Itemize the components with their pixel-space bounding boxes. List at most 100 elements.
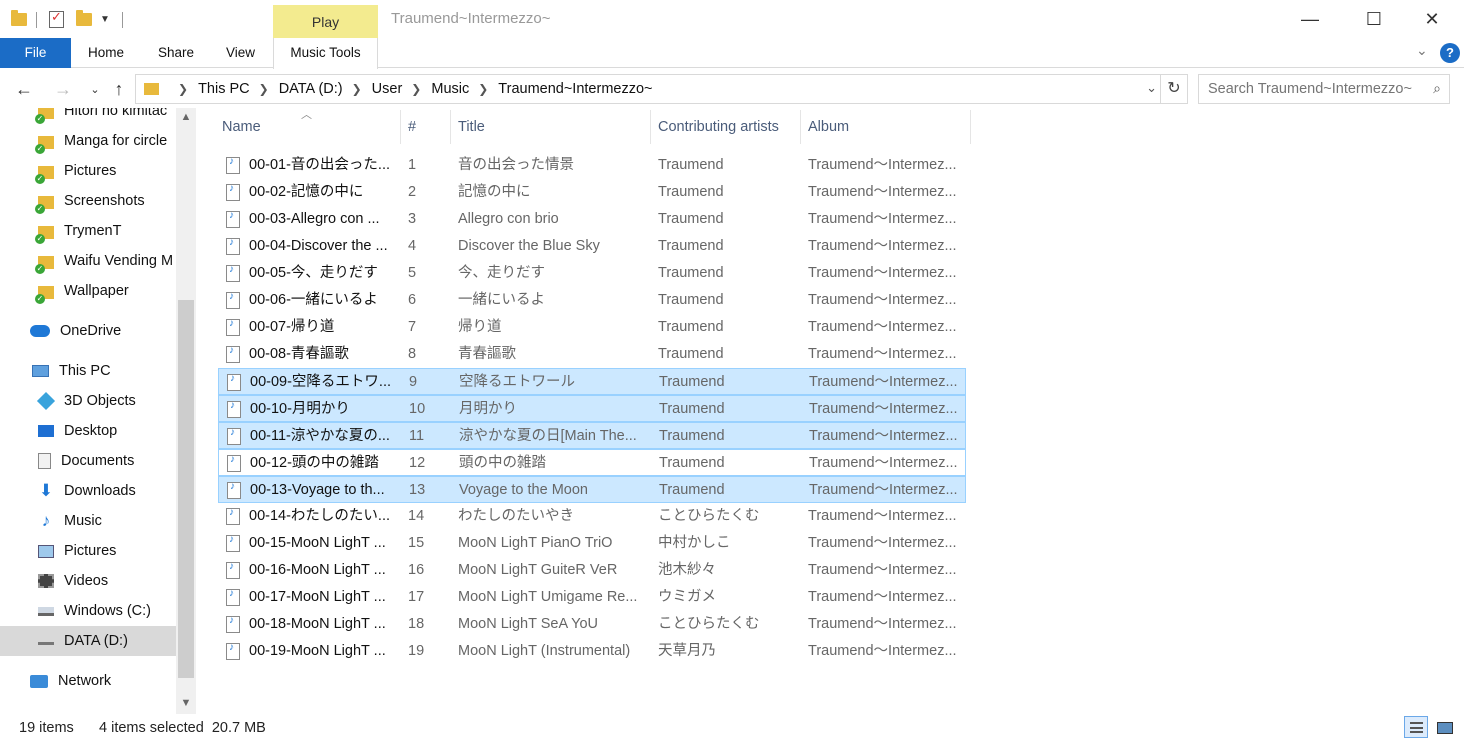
tab-music-tools[interactable]: Music Tools	[273, 38, 378, 69]
forward-arrow-icon[interactable]: →	[50, 76, 76, 102]
sidebar-item[interactable]: OneDrive	[0, 316, 176, 346]
back-arrow-icon[interactable]: ←	[11, 76, 37, 102]
scroll-up-arrow-icon[interactable]: ▲	[176, 108, 196, 126]
sidebar-item[interactable]: Pictures	[0, 156, 176, 186]
search-input[interactable]	[1208, 81, 1426, 97]
column-header-title[interactable]: Title	[451, 110, 651, 144]
recent-locations-chevron-icon[interactable]: ⌄	[82, 76, 108, 102]
sidebar-item-label: Screenshots	[64, 193, 145, 209]
help-icon[interactable]: ?	[1440, 43, 1460, 63]
breadcrumb-separator-icon[interactable]: ❯	[259, 82, 269, 96]
track-title: 音の出会った情景	[458, 157, 574, 173]
quick-access-dropdown-icon[interactable]: ▼	[100, 8, 110, 30]
new-folder-icon[interactable]	[76, 8, 92, 30]
sidebar-item[interactable]: Documents	[0, 446, 176, 476]
file-row[interactable]: 00-10-月明かり 10 月明かり Traumend Traumend～Interme…	[218, 395, 966, 422]
breadcrumb-music[interactable]: Music	[431, 81, 469, 97]
track-title: MooN LighT SeA YoU	[458, 616, 598, 632]
properties-icon[interactable]	[49, 8, 64, 30]
address-dropdown-chevron-icon[interactable]: ⌄	[1146, 80, 1157, 96]
nav-scrollbar-thumb[interactable]	[178, 300, 194, 678]
sidebar-item-label: Windows (C:)	[64, 603, 152, 619]
address-bar[interactable]: ❯ This PC ❯ DATA (D:) ❯ User ❯ Music ❯ Traume…	[135, 74, 1188, 104]
file-row[interactable]: 00-16-MooN LighT ... 16 MooN LighT GuiteR …	[218, 557, 966, 584]
file-row[interactable]: 00-04-Discover the ... 4 Discover the Blue…	[218, 233, 966, 260]
breadcrumb-separator-icon[interactable]: ❯	[478, 82, 488, 96]
sidebar-item[interactable]: Wallpaper	[0, 276, 176, 306]
column-header-contributing-artists[interactable]: Contributing artists	[651, 110, 801, 144]
maximize-button[interactable]: ☐	[1342, 0, 1406, 38]
file-row[interactable]: 00-09-空降るエトワ... 9 空降るエトワール Traumend Traumend…	[218, 368, 966, 395]
file-row[interactable]: 00-17-MooN LighT ... 17 MooN LighT Umigame…	[218, 584, 966, 611]
sidebar-item[interactable]: Hitori no kimitac	[0, 108, 176, 126]
file-row[interactable]: 00-13-Voyage to th... 13 Voyage to the Moo…	[218, 476, 966, 503]
file-row[interactable]: 00-08-青春謳歌 8 青春謳歌 Traumend Traumend～Intermez…	[218, 341, 966, 368]
sidebar-item[interactable]: DATA (D:)	[0, 626, 176, 656]
scroll-down-arrow-icon[interactable]: ▼	[176, 694, 196, 712]
sidebar-item[interactable]: Windows (C:)	[0, 596, 176, 626]
sidebar-item[interactable]: TrymenT	[0, 216, 176, 246]
track-number: 3	[408, 211, 417, 227]
breadcrumb-user[interactable]: User	[372, 81, 403, 97]
album-name: Traumend～Intermez...	[808, 535, 957, 551]
file-row[interactable]: 00-02-記憶の中に 2 記憶の中に Traumend Traumend～Interm…	[218, 179, 966, 206]
sidebar-item[interactable]: Manga for circle	[0, 126, 176, 156]
column-header-album[interactable]: Album	[801, 110, 971, 144]
file-row[interactable]: 00-15-MooN LighT ... 15 MooN LighT PianO T…	[218, 530, 966, 557]
contributing-artist: Traumend	[658, 157, 724, 173]
ribbon-tabs: File Home Share View Music Tools ⌄ ?	[0, 38, 1464, 69]
sidebar-item[interactable]: ⬇ Downloads	[0, 476, 176, 506]
track-number: 14	[408, 508, 425, 524]
file-row[interactable]: 00-06-一緒にいるよ 6 一緒にいるよ Traumend Traumend～Inte…	[218, 287, 966, 314]
album-name: Traumend～Intermez...	[808, 265, 957, 281]
file-row[interactable]: 00-03-Allegro con ... 3 Allegro con brio Tr…	[218, 206, 966, 233]
sidebar-item[interactable]: Pictures	[0, 536, 176, 566]
tab-view[interactable]: View	[226, 38, 255, 68]
track-title: MooN LighT (Instrumental)	[458, 643, 631, 659]
file-row[interactable]: 00-11-涼やかな夏の... 11 涼やかな夏の日[Main The... Trau…	[218, 422, 966, 449]
file-name: 00-11-涼やかな夏の...	[250, 428, 390, 444]
file-row[interactable]: 00-12-頭の中の雑踏 12 頭の中の雑踏 Traumend Traumend～Int…	[218, 449, 966, 476]
tab-share[interactable]: Share	[158, 38, 194, 68]
refresh-icon[interactable]: ↻	[1160, 75, 1187, 103]
close-button[interactable]: ✕	[1400, 0, 1464, 38]
sidebar-item[interactable]: This PC	[0, 356, 176, 386]
track-number: 10	[409, 401, 426, 417]
breadcrumb-separator-icon[interactable]: ❯	[411, 82, 421, 96]
sidebar-item-label: Waifu Vending M	[64, 253, 174, 269]
file-row[interactable]: 00-18-MooN LighT ... 18 MooN LighT SeA YoU…	[218, 611, 966, 638]
file-name: 00-09-空降るエトワ...	[250, 374, 391, 390]
minimize-button[interactable]: —	[1278, 0, 1342, 38]
album-name: Traumend～Intermez...	[808, 238, 957, 254]
file-row[interactable]: 00-05-今、走りだす 5 今、走りだす Traumend Traumend～Inte…	[218, 260, 966, 287]
contributing-artist: Traumend	[658, 292, 724, 308]
up-arrow-icon[interactable]: ↑	[106, 76, 132, 102]
breadcrumb-current-folder[interactable]: Traumend~Intermezzo~	[498, 81, 652, 97]
breadcrumb-separator-icon[interactable]: ❯	[352, 82, 362, 96]
sidebar-item[interactable]: Network	[0, 666, 176, 696]
sidebar-item[interactable]: Screenshots	[0, 186, 176, 216]
album-name: Traumend～Intermez...	[808, 562, 957, 578]
tab-file[interactable]: File	[0, 38, 71, 68]
file-row[interactable]: 00-07-帰り道 7 帰り道 Traumend Traumend～Intermez..…	[218, 314, 966, 341]
search-box[interactable]: ⌕	[1198, 74, 1450, 104]
breadcrumb-data-d[interactable]: DATA (D:)	[279, 81, 343, 97]
sidebar-item[interactable]: 3D Objects	[0, 386, 176, 416]
details-view-icon[interactable]	[1404, 716, 1428, 738]
sidebar-item[interactable]: Videos	[0, 566, 176, 596]
track-title: Allegro con brio	[458, 211, 559, 227]
breadcrumb-this-pc[interactable]: This PC	[198, 81, 250, 97]
search-icon[interactable]: ⌕	[1433, 80, 1441, 97]
file-row[interactable]: 00-01-音の出会った... 1 音の出会った情景 Traumend Traumend…	[218, 152, 966, 179]
sidebar-item[interactable]: ♪ Music	[0, 506, 176, 536]
tab-home[interactable]: Home	[88, 38, 124, 68]
column-header-number[interactable]: #	[401, 110, 451, 144]
file-row[interactable]: 00-14-わたしのたい... 14 わたしのたいやき ことひらたくむ Traumend…	[218, 503, 966, 530]
large-icons-view-icon[interactable]	[1432, 716, 1456, 738]
sidebar-item[interactable]: Waifu Vending M	[0, 246, 176, 276]
breadcrumb-separator-icon[interactable]: ❯	[178, 82, 188, 96]
track-title: 今、走りだす	[458, 265, 545, 281]
sidebar-item[interactable]: Desktop	[0, 416, 176, 446]
file-row[interactable]: 00-19-MooN LighT ... 19 MooN LighT (Instru…	[218, 638, 966, 665]
expand-ribbon-chevron-icon[interactable]: ⌄	[1416, 42, 1428, 59]
